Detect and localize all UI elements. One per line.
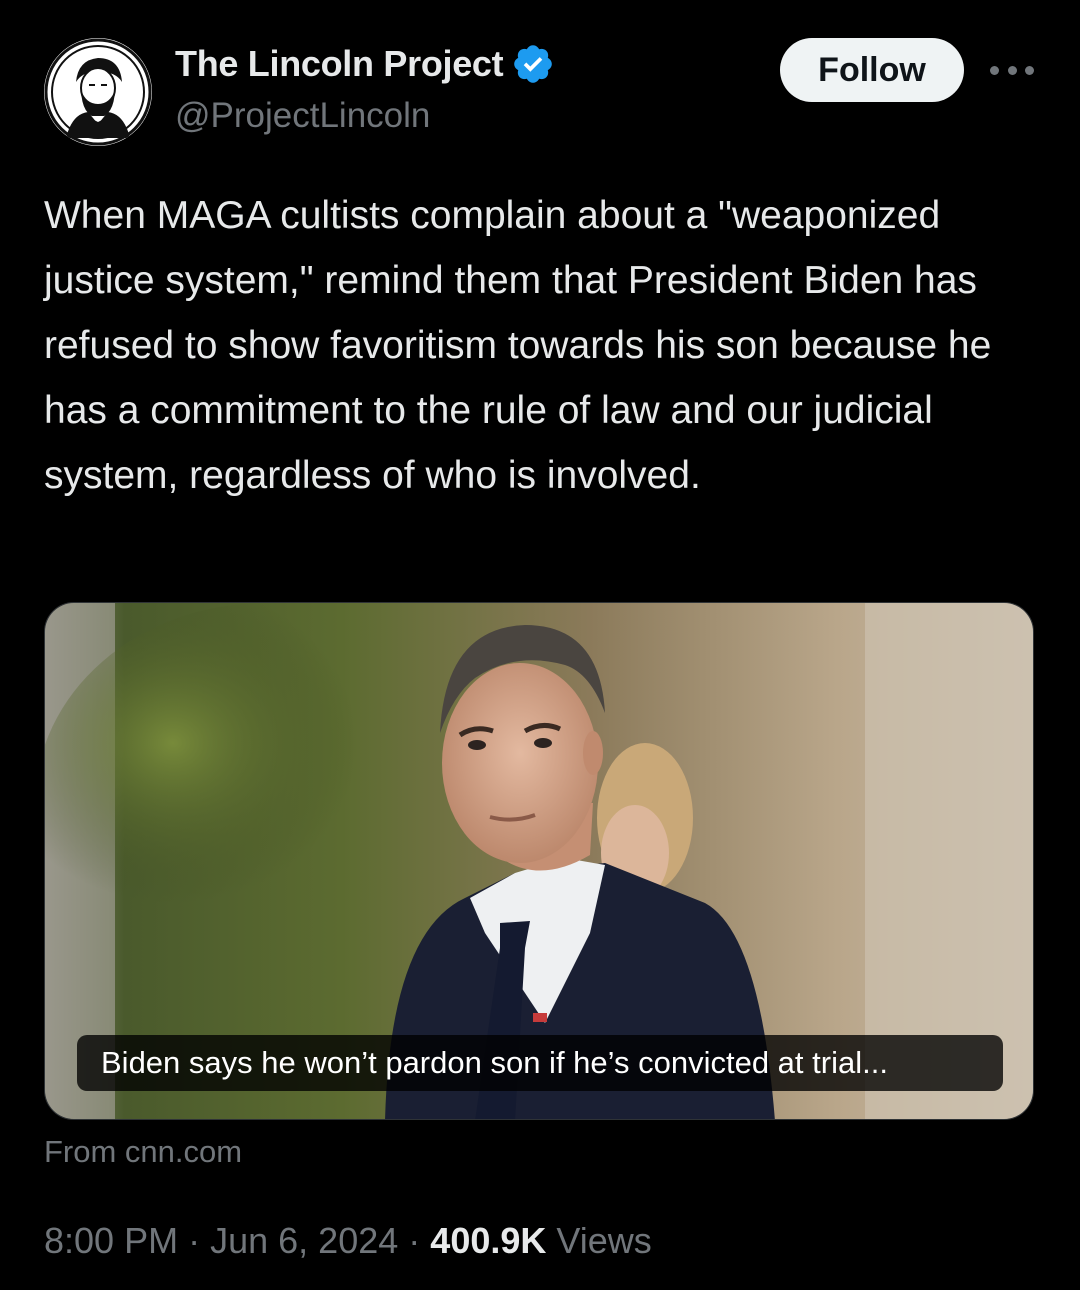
tweet: The Lincoln Project @ProjectLincoln Foll… [0, 0, 1080, 1290]
card-source[interactable]: From cnn.com [44, 1134, 242, 1170]
lincoln-portrait-icon [44, 38, 152, 146]
card-caption: Biden says he won’t pardon son if he’s c… [77, 1035, 1003, 1091]
more-dot [990, 65, 999, 75]
author-avatar[interactable] [44, 38, 152, 146]
tweet-meta: 8:00 PM · Jun 6, 2024 · 400.9K Views [44, 1220, 652, 1262]
author-name-row[interactable]: The Lincoln Project [175, 42, 555, 86]
verified-badge-icon [514, 45, 553, 83]
tweet-time[interactable]: 8:00 PM [44, 1220, 178, 1261]
meta-separator: · [188, 1220, 201, 1261]
more-dot [1007, 65, 1017, 75]
tweet-date[interactable]: Jun 6, 2024 [210, 1220, 398, 1261]
more-options-icon[interactable] [990, 62, 1034, 78]
tweet-text: When MAGA cultists complain about a "wea… [44, 194, 992, 497]
views-label: Views [556, 1220, 652, 1261]
views-count: 400.9K [430, 1220, 547, 1261]
more-dot [1025, 65, 1034, 75]
author-display-name[interactable]: The Lincoln Project [175, 43, 504, 85]
follow-button[interactable]: Follow [780, 38, 964, 102]
author-handle[interactable]: @ProjectLincoln [175, 96, 430, 136]
meta-separator: · [408, 1220, 421, 1261]
link-card[interactable]: Biden says he won’t pardon son if he’s c… [44, 602, 1034, 1120]
